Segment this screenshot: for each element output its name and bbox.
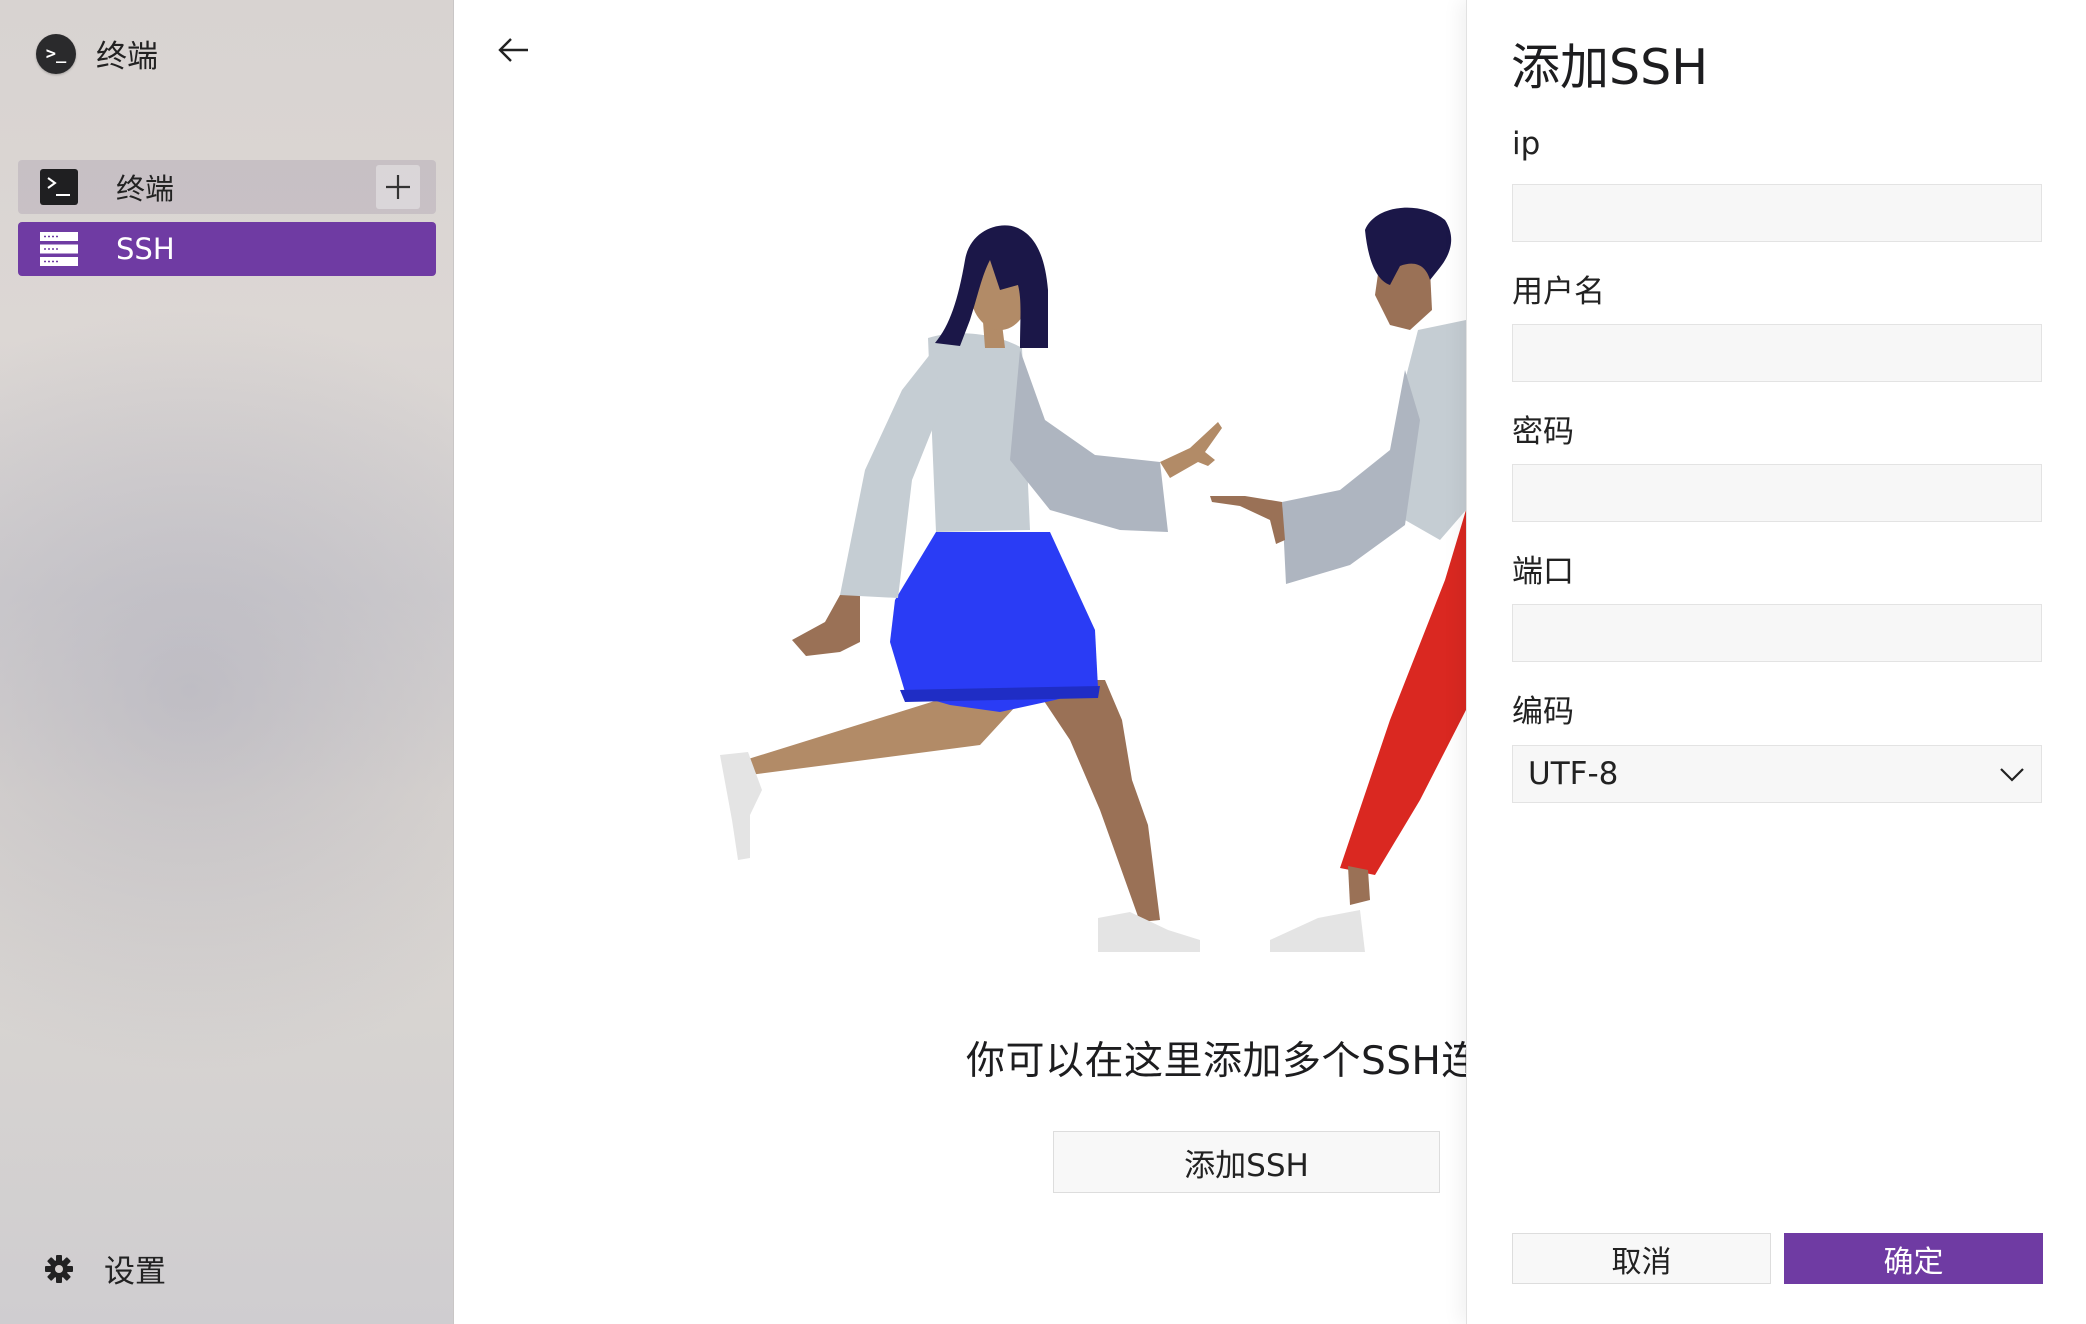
add-terminal-button[interactable]	[376, 165, 420, 209]
encoding-label: 编码	[1512, 694, 1574, 730]
plus-icon	[386, 175, 410, 199]
sidebar: >_ 终端 终端 SSH 设置	[0, 0, 454, 1324]
add-ssh-drawer: 添加SSH ip 用户名 密码 端口 编码 UTF-8 取消 确定	[1466, 0, 2086, 1324]
app-header: >_ 终端	[36, 31, 158, 76]
people-illustration	[720, 207, 1466, 952]
empty-state-message: 你可以在这里添加多个SSH连接	[966, 1039, 1521, 1084]
drawer-title: 添加SSH	[1511, 39, 1709, 96]
confirm-button[interactable]: 确定	[1784, 1233, 2043, 1284]
username-label: 用户名	[1512, 274, 1605, 310]
username-input[interactable]	[1512, 324, 2042, 382]
sidebar-item-label: 终端	[116, 172, 175, 206]
password-label: 密码	[1512, 414, 1574, 450]
app-title: 终端	[96, 39, 158, 75]
add-ssh-button[interactable]: 添加SSH	[1053, 1131, 1440, 1193]
terminal-prompt-icon: >_	[36, 33, 76, 74]
gear-icon	[45, 1254, 73, 1283]
ip-input[interactable]	[1512, 184, 2042, 242]
terminal-icon	[40, 169, 78, 205]
encoding-value: UTF-8	[1528, 756, 1619, 792]
sidebar-item-terminal[interactable]: 终端	[18, 160, 436, 214]
port-label: 端口	[1512, 554, 1574, 590]
port-input[interactable]	[1512, 604, 2042, 662]
password-input[interactable]	[1512, 464, 2042, 522]
settings-button[interactable]: 设置	[44, 1246, 166, 1291]
cancel-button[interactable]: 取消	[1512, 1233, 1771, 1284]
arrow-left-icon[interactable]	[494, 30, 534, 70]
ip-label: ip	[1512, 126, 1541, 162]
server-icon	[40, 232, 78, 266]
sidebar-item-label: SSH	[116, 232, 175, 266]
encoding-select[interactable]: UTF-8	[1512, 745, 2042, 803]
settings-label: 设置	[104, 1254, 166, 1290]
sidebar-item-ssh[interactable]: SSH	[18, 222, 436, 276]
chevron-down-icon	[2000, 768, 2024, 782]
